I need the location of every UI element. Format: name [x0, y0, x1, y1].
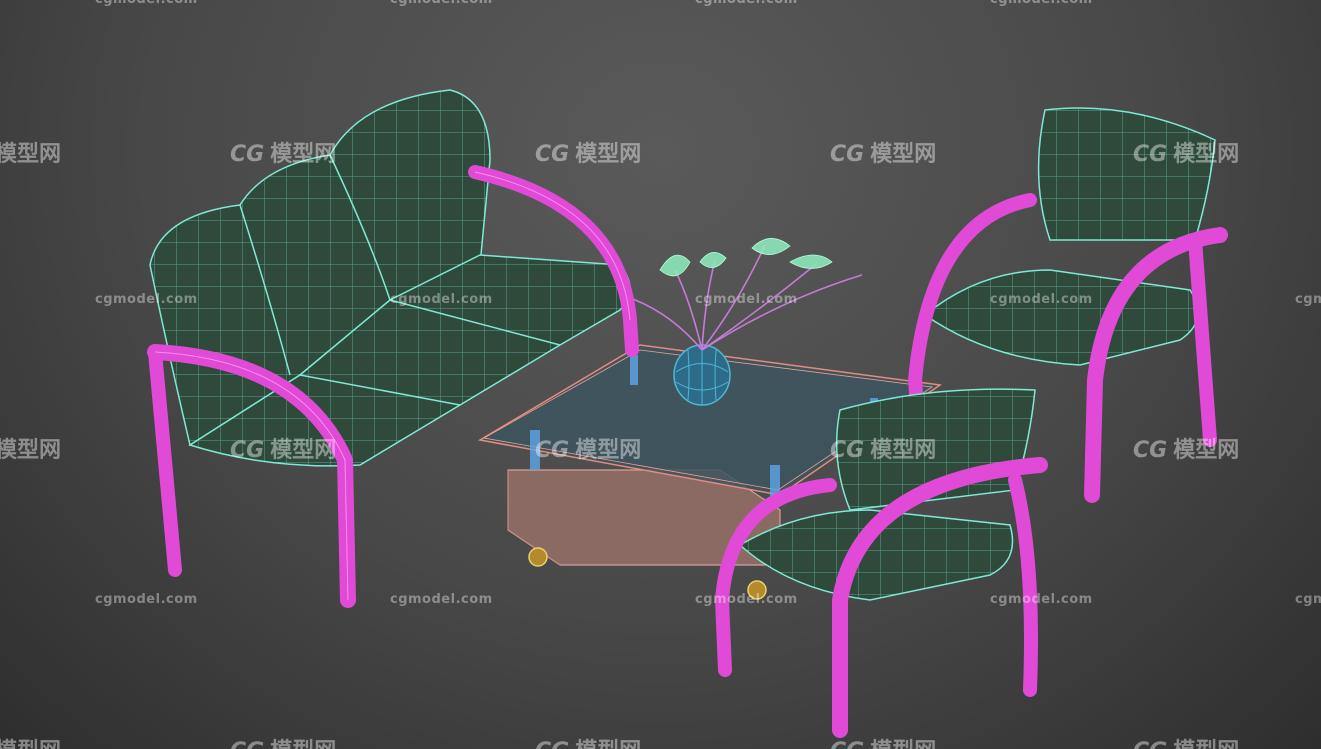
watermark-logo-mark: CG — [535, 739, 569, 749]
watermark-logo-text: 模型网 — [870, 739, 936, 749]
watermark-logo-mark: CG — [535, 142, 570, 167]
watermark-row: cgmodel.com cgmodel.com cgmodel.com cgmo… — [0, 0, 1321, 22]
watermark-site: cgmodel.com — [95, 592, 198, 607]
watermark-logo-mark: CG — [230, 739, 264, 749]
watermark-logo-mark: CG — [230, 142, 265, 167]
watermark-logo-text: 模型网 — [575, 438, 642, 463]
watermark-site: cgmodel.com — [95, 0, 198, 7]
watermark-logo-mark: CG — [230, 438, 265, 463]
watermark-logo-text: 模型网 — [1173, 739, 1239, 749]
watermark-logo-mark: CG — [1133, 739, 1167, 749]
watermark-row: 模型网 CG 模型网 CG 模型网 CG 模型网 CG 模型网 — [0, 733, 1321, 749]
watermark-row: 模型网 CG模型网 CG模型网 CG模型网 CG模型网 — [0, 136, 1321, 167]
watermark-logo-text: 模型网 — [270, 739, 336, 749]
watermark-logo-text: 模型网 — [1173, 438, 1240, 463]
watermark-site: cgmodel.com — [390, 592, 493, 607]
watermark-logo-text: 模型网 — [1173, 142, 1240, 167]
watermark-site: cgmodel.com — [990, 0, 1093, 7]
watermark-site: cgmodel.com — [390, 0, 493, 7]
watermark-logo-mark: CG — [1133, 142, 1168, 167]
watermark-row: cgmodel.com cgmodel.com cgmodel.com cgmo… — [0, 292, 1321, 322]
watermark-site: cgmodel.com — [990, 592, 1093, 607]
watermark-row: cgmodel.com cgmodel.com cgmodel.com cgmo… — [0, 592, 1321, 622]
watermark-logo-text: 模型网 — [0, 142, 62, 167]
viewport[interactable]: cgmodel.com cgmodel.com cgmodel.com cgmo… — [0, 0, 1321, 749]
watermark-logo-mark: CG — [830, 739, 864, 749]
table-caster — [528, 547, 548, 567]
watermark-site: cgmodel.com — [95, 292, 198, 307]
watermark-site: cgmodel.com — [1295, 592, 1321, 607]
watermark-logo-text: 模型网 — [270, 438, 337, 463]
watermark-site: cgmodel.com — [695, 0, 798, 7]
watermark-logo-text: 模型网 — [870, 142, 937, 167]
watermark-site: cgmodel.com — [390, 292, 493, 307]
watermark-logo-text: 模型网 — [870, 438, 937, 463]
wireframe-scene — [147, 89, 1228, 738]
watermark-site: cgmodel.com — [695, 592, 798, 607]
watermark-row: 模型网 CG模型网 CG模型网 CG模型网 CG模型网 — [0, 432, 1321, 463]
watermark-logo-mark: CG — [830, 438, 865, 463]
watermark-logo-text: 模型网 — [0, 438, 62, 463]
watermark-site: cgmodel.com — [990, 292, 1093, 307]
watermark-logo-mark: CG — [1133, 438, 1168, 463]
watermark-site: cgmodel.com — [695, 292, 798, 307]
watermark-logo-text: 模型网 — [575, 739, 641, 749]
watermark-logo-text: 模型网 — [0, 739, 61, 749]
watermark-logo-text: 模型网 — [575, 142, 642, 167]
watermark-logo-mark: CG — [535, 438, 570, 463]
watermark-site: cgmodel.com — [1295, 292, 1321, 307]
watermark-logo-mark: CG — [830, 142, 865, 167]
table-post — [630, 355, 638, 385]
watermark-logo-text: 模型网 — [270, 142, 337, 167]
